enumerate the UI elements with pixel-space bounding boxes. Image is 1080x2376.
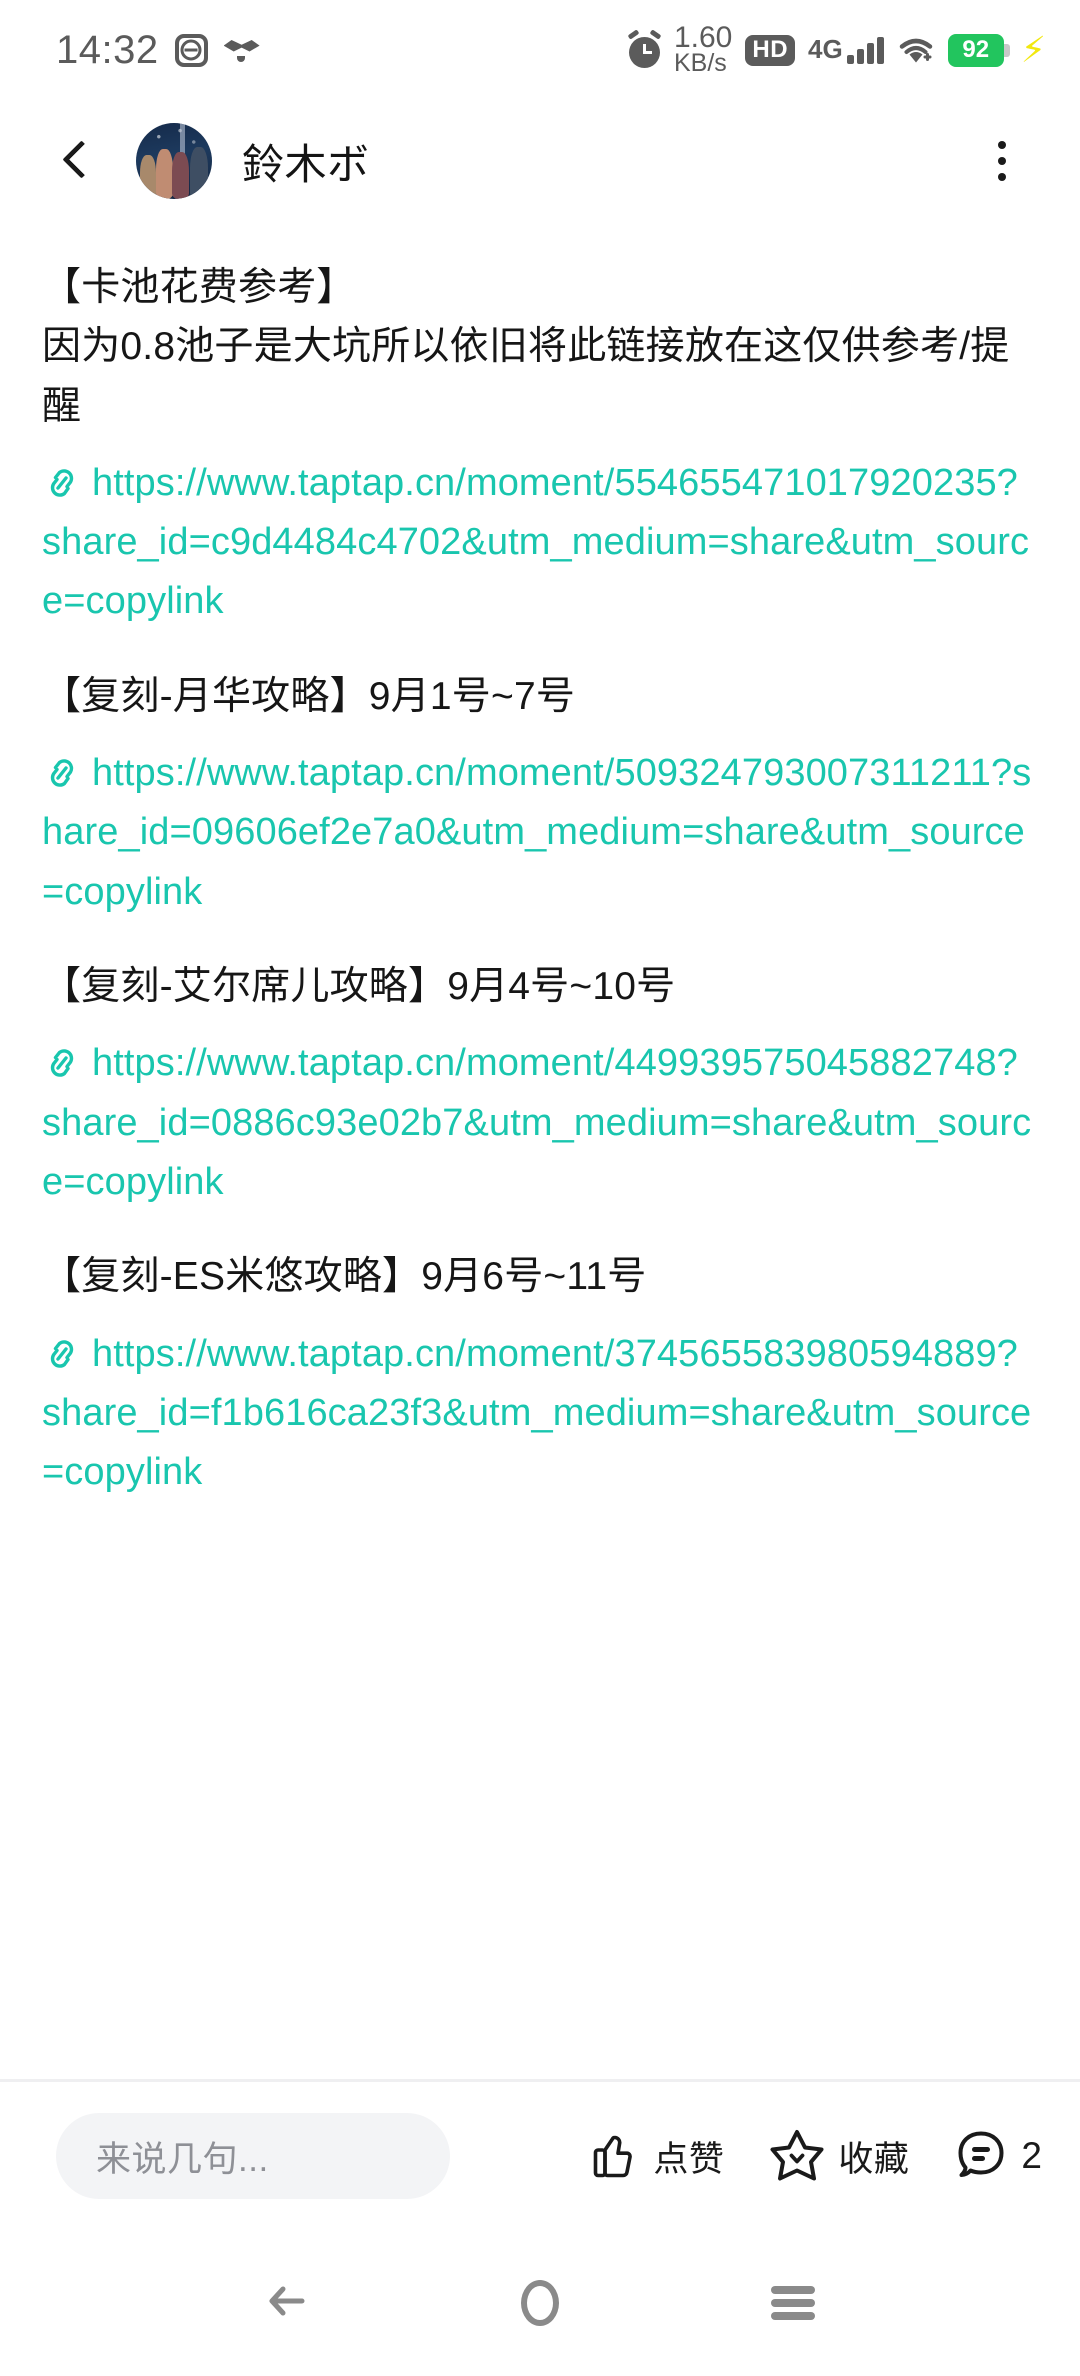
post-link-url[interactable]: https://www.taptap.cn/moment/50932479300…: [42, 752, 1031, 913]
post-block-title: 【复刻-月华攻略】9月1号~7号: [42, 674, 576, 718]
net-speed-unit: KB/s: [673, 49, 727, 78]
battery-percent: 92: [962, 36, 990, 63]
post-block-title: 【复刻-艾尔席儿攻略】9月4号~10号: [42, 964, 676, 1008]
comment-bubble-icon: [953, 2126, 1009, 2187]
post-block-title: 【复刻-ES米悠攻略】9月6号~11号: [42, 1255, 647, 1299]
post-link[interactable]: https://www.taptap.cn/moment/50932479300…: [42, 744, 1036, 922]
like-label: 点赞: [653, 2139, 725, 2179]
comment-input-placeholder: 来说几句...: [96, 2139, 269, 2179]
phone-screen: 14:32 1.60 KB/s HD 4G 92 ⚡ 鈴木ボ 【卡池花费参考】 …: [0, 0, 1080, 2376]
back-arrow-icon: [260, 2274, 314, 2333]
battery-icon: 92: [947, 33, 1010, 67]
post-block: 【复刻-艾尔席儿攻略】9月4号~10号 https://www.taptap.c…: [42, 958, 1036, 1212]
comment-button[interactable]: 2: [953, 2126, 1042, 2187]
post-block-title: 【卡池花费参考】: [42, 266, 356, 309]
more-options-button[interactable]: [974, 133, 1030, 189]
home-icon: [520, 2280, 559, 2326]
net-speed-icon: 1.60 KB/s: [673, 20, 733, 78]
nav-back-button[interactable]: [241, 2257, 333, 2349]
link-chain-icon: [42, 1039, 82, 1078]
status-clock: 14:32: [56, 28, 159, 72]
signal-4g-icon: 4G: [808, 36, 884, 64]
post-link[interactable]: https://www.taptap.cn/moment/37456558398…: [42, 1325, 1036, 1503]
favorite-label: 收藏: [838, 2139, 910, 2179]
charging-bolt-icon: ⚡: [1020, 29, 1046, 70]
action-bar: 来说几句... 点赞 收藏 2: [0, 2082, 1080, 2230]
header-back-button[interactable]: [48, 133, 104, 189]
post-link-url[interactable]: https://www.taptap.cn/moment/44993957504…: [42, 1042, 1031, 1203]
status-bar-left: 14:32: [56, 30, 260, 70]
recents-icon: [771, 2286, 816, 2320]
comment-count: 2: [1021, 2135, 1042, 2176]
alarm-icon: [627, 29, 662, 68]
status-bar: 14:32 1.60 KB/s HD 4G 92 ⚡: [0, 0, 1080, 100]
app-header: 鈴木ボ: [0, 100, 1080, 222]
system-nav-bar: [0, 2230, 1080, 2376]
post-link-url[interactable]: https://www.taptap.cn/moment/55465547101…: [42, 462, 1029, 623]
nav-home-button[interactable]: [494, 2257, 586, 2349]
status-bar-right: 1.60 KB/s HD 4G 92 ⚡: [627, 20, 1046, 78]
favorite-button[interactable]: 收藏: [768, 2125, 909, 2188]
app-badge-icon: [174, 33, 208, 67]
hd-icon: HD: [745, 34, 796, 66]
post-link[interactable]: https://www.taptap.cn/moment/55465547101…: [42, 454, 1036, 632]
star-icon: [768, 2125, 826, 2188]
wifi-icon: [897, 35, 935, 65]
link-chain-icon: [42, 749, 82, 787]
comment-input[interactable]: 来说几句...: [56, 2113, 450, 2199]
app-blob-icon: [224, 37, 260, 63]
post-block: 【复刻-月华攻略】9月1号~7号 https://www.taptap.cn/m…: [42, 668, 1036, 922]
signal-bars-icon: [846, 37, 884, 64]
link-chain-icon: [42, 459, 82, 497]
header-username: 鈴木ボ: [242, 140, 370, 188]
net-speed-value: 1.60: [673, 20, 733, 54]
avatar[interactable]: [136, 123, 212, 199]
thumbs-up-icon: [585, 2126, 641, 2187]
post-link[interactable]: https://www.taptap.cn/moment/44993957504…: [42, 1034, 1036, 1212]
nav-recents-button[interactable]: [747, 2257, 839, 2349]
post-content: 【卡池花费参考】 因为0.8池子是大坑所以依旧将此链接放在这仅供参考/提醒 ht…: [0, 222, 1080, 2079]
post-block: 【卡池花费参考】 因为0.8池子是大坑所以依旧将此链接放在这仅供参考/提醒 ht…: [42, 258, 1036, 632]
post-block: 【复刻-ES米悠攻略】9月6号~11号 https://www.taptap.c…: [42, 1248, 1036, 1502]
like-button[interactable]: 点赞: [585, 2126, 724, 2187]
post-link-url[interactable]: https://www.taptap.cn/moment/37456558398…: [42, 1333, 1031, 1494]
link-chain-icon: [42, 1330, 82, 1368]
post-block-body: 因为0.8池子是大坑所以依旧将此链接放在这仅供参考/提醒: [42, 325, 1010, 428]
network-type-label: 4G: [808, 34, 843, 64]
